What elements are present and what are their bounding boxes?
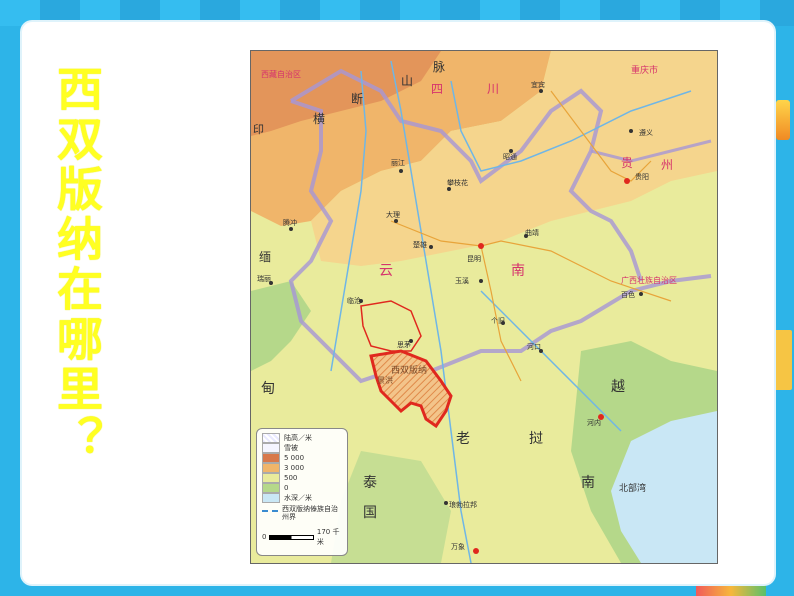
label-jinghong: 景洪 (377, 375, 393, 385)
label-guangxi: 广西壮族自治区 (621, 275, 677, 285)
legend-snow-row: 雪被 (262, 442, 342, 453)
city-panzhihua: 攀枝花 (447, 178, 468, 187)
city-luangprabang: 琅勃拉邦 (449, 500, 477, 509)
city-hanoi: 河内 (587, 418, 601, 427)
label-mai: 脉 (433, 59, 445, 74)
label-yun: 云 (379, 263, 393, 279)
label-wo: 挝 (529, 431, 543, 447)
city-lijiang: 丽江 (391, 159, 405, 167)
label-viet-nan: 南 (581, 475, 595, 491)
label-heng: 横 (313, 112, 325, 126)
label-zhou: 州 (661, 158, 673, 172)
label-duan: 断 (351, 91, 363, 106)
legend-500-row: 500 (262, 472, 342, 483)
legend-swatch (262, 442, 280, 453)
label-chongqing: 重庆市 (631, 64, 658, 76)
label-xizang: 西藏自治区 (261, 69, 301, 79)
ruler-icon (774, 330, 792, 390)
scale-bar-graphic (269, 534, 314, 540)
legend-swatch (262, 462, 280, 473)
map-legend: 陆高／米 雪被 5 000 3 000 500 0 水深／米 西双版纳傣族自治州… (256, 428, 348, 556)
legend-swatch (262, 482, 280, 493)
city-vientiane: 万象 (451, 542, 465, 551)
legend-swatch (262, 492, 280, 503)
label-dian: 甸 (261, 381, 275, 397)
city-ruili: 瑞丽 (257, 274, 271, 283)
legend-boundary-row: 西双版纳傣族自治州界 (262, 505, 342, 521)
legend-swatch (262, 432, 280, 443)
legend-3000-row: 3 000 (262, 462, 342, 473)
label-lao: 老 (456, 431, 470, 447)
city-qujing: 曲靖 (525, 228, 539, 237)
city-kunming: 昆明 (467, 255, 481, 263)
side-decoration (772, 40, 794, 540)
legend-5000-row: 5 000 (262, 452, 342, 463)
city-zunyi: 遵义 (639, 128, 653, 137)
label-xishuangbanna: 西双版纳 (391, 364, 427, 376)
scale-bar: 0 170 千米 (262, 527, 342, 547)
city-guiyang: 贵阳 (635, 172, 649, 181)
city-baise: 百色 (621, 290, 635, 299)
scale-start: 0 (262, 533, 267, 541)
legend-title-row: 陆高／米 (262, 432, 342, 443)
city-chuxiong: 楚雄 (413, 240, 427, 249)
city-lincang: 临沧 (347, 296, 361, 305)
label-tai: 泰 (363, 475, 377, 491)
legend-swatch (262, 472, 280, 483)
legend-500: 500 (284, 473, 298, 482)
legend-0: 0 (284, 483, 289, 492)
legend-title: 陆高／米 (284, 433, 312, 442)
legend-swatch (262, 452, 280, 463)
city-simao: 思茅 (397, 340, 411, 349)
legend-3000: 3 000 (284, 463, 305, 472)
city-dali: 大理 (386, 210, 400, 219)
pencil-icon (776, 100, 790, 140)
boundary-dash-icon (262, 510, 278, 512)
city-yibin: 宜宾 (531, 80, 545, 89)
city-yuxi: 玉溪 (455, 276, 469, 285)
legend-snow: 雪被 (284, 443, 298, 452)
city-zhaotong: 昭通 (503, 152, 517, 161)
label-si: 四 (431, 82, 443, 96)
label-shan: 山 (401, 74, 413, 88)
legend-depth-row: 水深／米 (262, 492, 342, 503)
city-gejiu: 个旧 (491, 317, 505, 325)
label-yin: 印 (253, 123, 264, 136)
legend-depth: 水深／米 (284, 493, 312, 502)
city-hekou: 河口 (527, 343, 541, 351)
legend-5000: 5 000 (284, 453, 305, 462)
label-nan: 南 (511, 263, 525, 279)
label-mian: 缅 (259, 250, 271, 264)
legend-boundary: 西双版纳傣族自治州界 (282, 505, 338, 521)
label-gui: 贵 (621, 156, 633, 170)
label-gulf: 北部湾 (619, 482, 646, 494)
city-tengchong: 腾冲 (283, 218, 297, 227)
label-guo: 国 (363, 505, 377, 521)
slide-title: 西双版纳在哪里？ (50, 65, 104, 465)
scale-end: 170 千米 (316, 528, 340, 546)
label-yue: 越 (611, 379, 625, 395)
label-chuan: 川 (487, 82, 499, 96)
legend-0-row: 0 (262, 482, 342, 493)
